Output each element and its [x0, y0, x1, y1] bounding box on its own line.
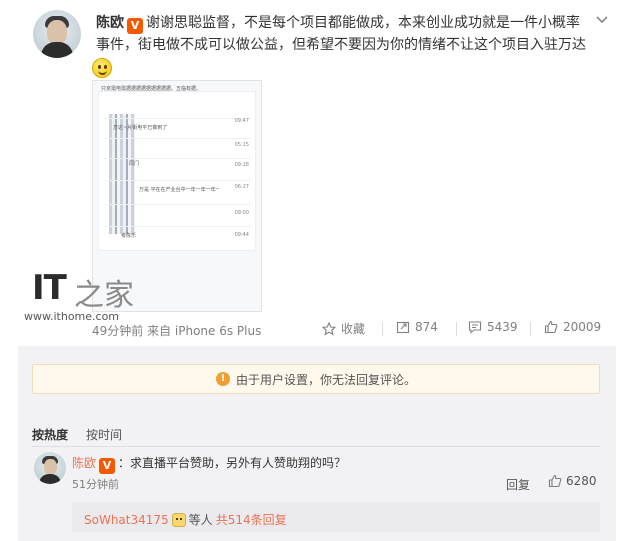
comment-like-button[interactable]: 6280 [548, 474, 597, 488]
avatar-body [39, 474, 61, 484]
like-button[interactable]: 20009 [544, 320, 601, 334]
image-blur-region [109, 114, 135, 234]
watermark-logo: IT [32, 268, 67, 308]
watermark-logo-secondary: 之家 [74, 278, 134, 313]
sort-divider [32, 446, 600, 447]
tab-sort-hot[interactable]: 按热度 [32, 428, 68, 442]
repost-icon [396, 321, 410, 334]
image-divider [105, 118, 251, 119]
comment-count: 5439 [487, 320, 518, 334]
favorite-button[interactable]: 收藏 [322, 320, 365, 337]
comment-like-count: 6280 [566, 474, 597, 488]
image-row-text: 考陈乐 [121, 233, 137, 239]
comment-avatar[interactable] [34, 452, 66, 484]
image-row-time: 09:00 [234, 210, 249, 216]
verified-badge-icon: V [99, 458, 116, 474]
divider [456, 322, 457, 336]
star-icon [322, 321, 336, 336]
post-text-line1: 谢谢思聪监督，不是每个项目都能做成，本来创业成功就是一件小概率 [146, 15, 580, 31]
smiley-icon [92, 58, 112, 78]
image-row-time: 09:28 [234, 162, 249, 168]
warning-icon: ! [215, 372, 230, 386]
like-count: 20009 [563, 320, 602, 334]
repost-count: 874 [415, 320, 438, 334]
comment-reply-button[interactable]: 回复 [506, 476, 530, 493]
reply-user[interactable]: SoWhat34175 [84, 513, 169, 527]
tab-sort-time[interactable]: 按时间 [86, 428, 122, 442]
reply-disabled-notice: ! 由于用户设置，你无法回复评论。 [32, 364, 600, 394]
image-chat-panel: 万达~片街电平已做到了 09:47 05:15 同门 09:28 万是 平在在产… [98, 91, 256, 251]
comment-time: 51分钟前 [72, 478, 119, 491]
image-divider [105, 226, 251, 227]
comment-button[interactable]: 5439 [468, 320, 518, 334]
verified-badge-icon: V [127, 18, 143, 34]
favorite-label: 收藏 [341, 322, 366, 336]
avatar-face [44, 459, 57, 475]
comment-author[interactable]: 陈欧 [72, 456, 96, 470]
divider [530, 322, 531, 336]
post-time-source[interactable]: 49分钟前 来自 iPhone 6s Plus [92, 322, 261, 339]
image-row-text: 万是 平在在产业台中一年一年一年一年有 [139, 187, 219, 193]
reply-total-link[interactable]: 共514条回复 [216, 511, 287, 528]
author-avatar[interactable] [33, 10, 81, 58]
image-row-time: 09:44 [234, 232, 249, 238]
comment-icon [468, 321, 482, 334]
image-row-text: 万达~片街电平已做到了 [113, 125, 168, 131]
notice-text: 由于用户设置，你无法回复评论。 [235, 372, 416, 387]
chevron-down-icon[interactable] [596, 12, 608, 28]
image-row-text: 同门 [129, 161, 140, 167]
image-divider [105, 180, 251, 181]
divider [382, 322, 383, 336]
avatar-face [47, 20, 67, 44]
reply-middle-text: 等人 [188, 513, 213, 527]
thumbs-up-icon [544, 320, 558, 334]
image-divider [105, 204, 251, 205]
emoji-icon [171, 512, 186, 527]
comment-text: ：求直播平台赞助，另外有人赞助翔的吗？ [118, 456, 347, 470]
post-text-line2: 事件，街电做不成可以做公益，但希望不要因为你的情绪不让这个项目入驻万达 [96, 37, 586, 53]
image-row-time: 09:47 [234, 118, 249, 124]
comment-content: 陈欧 V ：求直播平台赞助，另外有人赞助翔的吗？ [72, 454, 346, 474]
post-content: 陈欧 V 谢谢思聪监督，不是每个项目都能做成，本来创业成功就是一件小概率 事件，街电… [96, 12, 596, 56]
reply-summary[interactable]: SoWhat34175 等人 共514条回复 [84, 511, 287, 528]
post-actions-bar: 收藏 874 5439 20009 [318, 318, 608, 340]
image-row-time: 05:15 [234, 142, 249, 148]
repost-button[interactable]: 874 [396, 320, 438, 334]
image-divider [105, 138, 251, 139]
comment-sort-tabs: 按热度 按时间 [32, 426, 122, 443]
image-divider [105, 158, 251, 159]
avatar-body [41, 42, 73, 58]
thumbs-up-icon [548, 474, 562, 488]
image-row-time: 06:27 [234, 184, 249, 190]
author-name[interactable]: 陈欧 [96, 15, 124, 31]
